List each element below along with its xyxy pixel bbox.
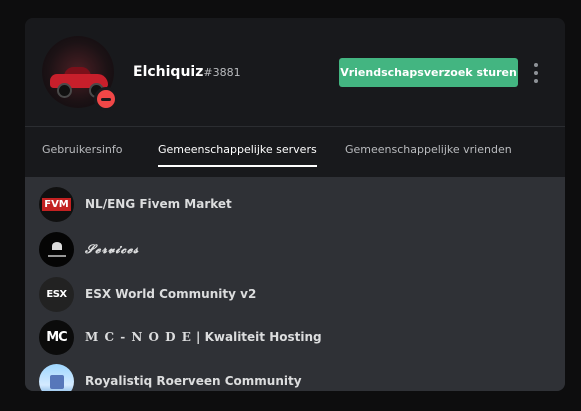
discriminator: #3881 — [203, 66, 241, 79]
server-name: ESX World Community v2 — [85, 287, 257, 301]
server-name-styled: M C - N O D E — [85, 330, 192, 344]
avatar-car-wheel-left — [57, 83, 72, 98]
mc-node-server-icon: MC — [39, 320, 74, 355]
server-list-item[interactable]: ESX ESX World Community v2 — [39, 277, 539, 315]
more-options-icon[interactable] — [529, 63, 543, 83]
server-name: Royalistiq Roerveen Community — [85, 374, 302, 388]
esx-server-icon: ESX — [39, 277, 74, 312]
more-dot — [534, 63, 538, 67]
server-name: NL/ENG Fivem Market — [85, 197, 232, 211]
mc-logo-text: MC — [46, 330, 68, 345]
send-friend-request-button[interactable]: Vriendschapsverzoek sturen — [339, 58, 518, 87]
profile-tabs: Gebruikersinfo Gemeenschappelijke server… — [25, 127, 565, 177]
server-list-item[interactable]: MC M C - N O D E | Kwaliteit Hosting — [39, 320, 539, 358]
dnd-status-icon — [94, 87, 118, 111]
server-name: 𝓢𝓮𝓻𝓿𝓲𝓬𝓮𝓼 — [85, 242, 140, 256]
username: Elchiquiz — [133, 64, 204, 80]
tab-mutual-servers[interactable]: Gemeenschappelijke servers — [158, 143, 317, 167]
fvm-logo-text: FVM — [42, 198, 71, 211]
tab-user-info[interactable]: Gebruikersinfo — [42, 143, 122, 156]
username-wrapper: Elchiquiz#3881 — [133, 61, 241, 80]
server-list-item[interactable]: Royalistiq Roerveen Community — [39, 364, 539, 391]
server-list-item[interactable]: FVM NL/ENG Fivem Market — [39, 187, 539, 225]
server-list-item[interactable]: 𝓢𝓮𝓻𝓿𝓲𝓬𝓮𝓼 — [39, 232, 539, 270]
tab-mutual-friends[interactable]: Gemeenschappelijke vrienden — [345, 143, 512, 156]
fvm-server-icon: FVM — [39, 187, 74, 222]
royalistiq-server-icon — [39, 364, 74, 391]
user-profile-modal: Elchiquiz#3881 Vriendschapsverzoek sture… — [25, 18, 565, 391]
more-dot — [534, 79, 538, 83]
server-name: M C - N O D E | Kwaliteit Hosting — [85, 330, 322, 344]
profile-header: Elchiquiz#3881 Vriendschapsverzoek sture… — [25, 18, 565, 126]
services-server-icon — [39, 232, 74, 267]
more-dot — [534, 71, 538, 75]
mutual-servers-list: FVM NL/ENG Fivem Market 𝓢𝓮𝓻𝓿𝓲𝓬𝓮𝓼 ESX ESX… — [25, 177, 565, 391]
server-name-suffix: | Kwaliteit Hosting — [191, 330, 322, 344]
esx-logo-text: ESX — [46, 289, 67, 300]
